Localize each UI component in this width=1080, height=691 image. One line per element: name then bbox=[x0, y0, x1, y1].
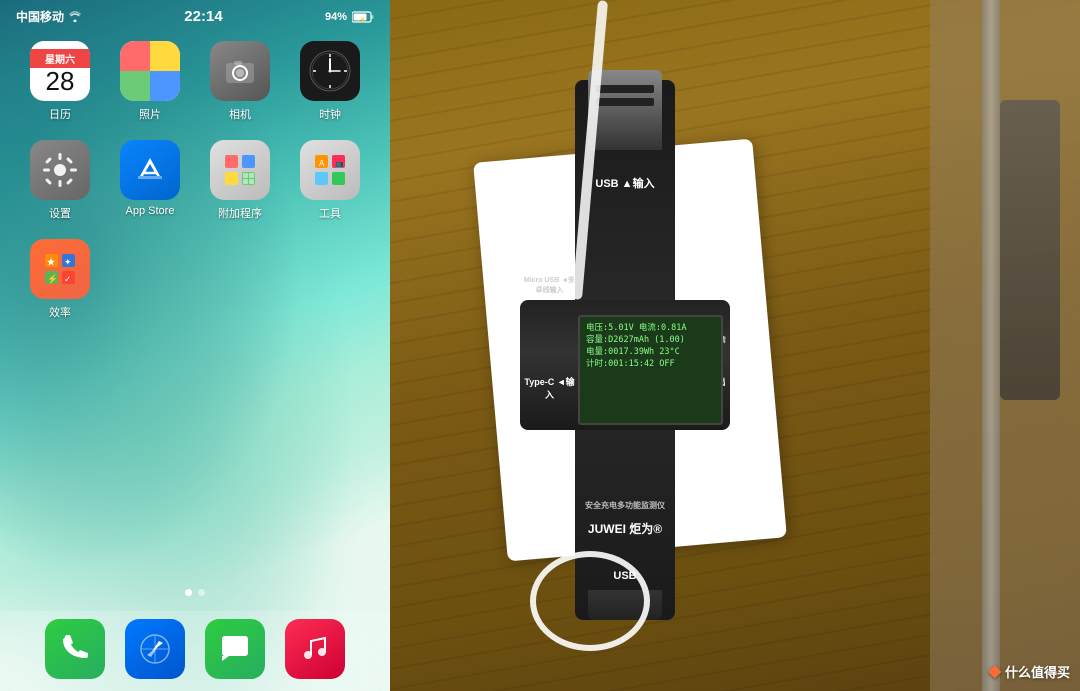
app-clock[interactable]: 时钟 bbox=[295, 41, 365, 122]
tools-label: 工具 bbox=[319, 205, 341, 221]
time-display: 22:14 bbox=[184, 8, 222, 25]
display-line-1: 电压:5.01V 电流:0.81A bbox=[586, 323, 715, 335]
app-utilities[interactable]: 附加程序 bbox=[205, 140, 275, 221]
efficiency-icon: ★ ✦ ⚡ ✓ bbox=[30, 239, 90, 299]
clock-icon bbox=[300, 41, 360, 101]
app-appstore[interactable]: App Store bbox=[115, 140, 185, 221]
dock-messages[interactable] bbox=[205, 619, 265, 679]
camera-icon bbox=[210, 41, 270, 101]
usb-input-top-label: USB ▲输入 bbox=[595, 175, 655, 191]
watermark-text: 什么值得买 bbox=[1005, 662, 1070, 681]
app-efficiency[interactable]: ★ ✦ ⚡ ✓ 效率 bbox=[25, 239, 95, 320]
app-camera[interactable]: 相机 bbox=[205, 41, 275, 122]
camera-label: 相机 bbox=[229, 106, 251, 122]
display-line-4: 计时:001:15:42 OFF bbox=[586, 359, 715, 371]
micro-usb-label: Micro USB ◄安卓线输入 bbox=[522, 275, 577, 295]
efficiency-label: 效率 bbox=[49, 304, 71, 320]
utilities-icon bbox=[210, 140, 270, 200]
tester-body: USB ▲输入 Micro USB ◄安卓线输入 Type-C ◄输入 Type… bbox=[520, 80, 730, 620]
photo-side: USB ▲输入 Micro USB ◄安卓线输入 Type-C ◄输入 Type… bbox=[390, 0, 1080, 691]
scene-object-right bbox=[1000, 100, 1060, 400]
app-photos[interactable]: 照片 bbox=[115, 41, 185, 122]
photos-label: 照片 bbox=[139, 106, 161, 122]
display-line-3: 电量:0017.39Wh 23°C bbox=[586, 347, 715, 359]
messages-icon bbox=[205, 619, 265, 679]
utilities-label: 附加程序 bbox=[218, 205, 262, 221]
usb-tester: USB ▲输入 Micro USB ◄安卓线输入 Type-C ◄输入 Type… bbox=[520, 80, 730, 620]
watermark-diamond: ◆ bbox=[989, 661, 1001, 681]
dot-1 bbox=[185, 589, 192, 596]
svg-text:✓: ✓ bbox=[64, 274, 72, 284]
dock bbox=[0, 611, 390, 691]
svg-text:📺: 📺 bbox=[335, 160, 344, 168]
battery-label: 94% bbox=[325, 11, 347, 23]
watermark: ◆ 什么值得买 bbox=[989, 661, 1070, 681]
page-dots bbox=[0, 589, 390, 596]
type-c-left-label: Type-C ◄输入 bbox=[522, 375, 577, 401]
status-left: 中国移动 bbox=[16, 8, 82, 25]
calendar-label: 日历 bbox=[49, 106, 71, 122]
device-description-label: 安全充电多功能监测仪 bbox=[580, 500, 670, 511]
calendar-icon: 星期六 28 bbox=[30, 41, 90, 101]
carrier-label: 中国移动 bbox=[16, 8, 64, 25]
tools-icon: A 📺 bbox=[300, 140, 360, 200]
appstore-icon bbox=[120, 140, 180, 200]
wifi-icon bbox=[68, 11, 82, 22]
scene-pole bbox=[982, 0, 1000, 691]
status-bar: 中国移动 22:14 94% ⚡ bbox=[0, 0, 390, 29]
phone-icon bbox=[45, 619, 105, 679]
calendar-header: 星期六 bbox=[30, 49, 90, 68]
svg-text:★: ★ bbox=[47, 257, 56, 267]
tester-display-screen: 电压:5.01V 电流:0.81A 容量:D2627mAh (1.00) 电量:… bbox=[578, 315, 723, 425]
battery-icon: ⚡ bbox=[352, 11, 374, 23]
app-settings[interactable]: 设置 bbox=[25, 140, 95, 221]
app-tools[interactable]: A 📺 工具 bbox=[295, 140, 365, 221]
cable-loop bbox=[530, 551, 650, 651]
svg-text:✦: ✦ bbox=[64, 257, 72, 267]
svg-text:⚡: ⚡ bbox=[359, 16, 366, 23]
dock-safari[interactable] bbox=[125, 619, 185, 679]
svg-text:⚡: ⚡ bbox=[47, 273, 58, 285]
calendar-day: 28 bbox=[46, 68, 75, 94]
app-grid: 星期六 28 日历 照片 相机 bbox=[0, 29, 390, 332]
photos-icon bbox=[120, 41, 180, 101]
appstore-label: App Store bbox=[126, 205, 175, 217]
dock-phone[interactable] bbox=[45, 619, 105, 679]
settings-label: 设置 bbox=[49, 205, 71, 221]
brand-label: JUWEI 炬为® bbox=[578, 520, 672, 537]
dock-music[interactable] bbox=[285, 619, 345, 679]
photos-grid bbox=[120, 41, 180, 101]
display-line-2: 容量:D2627mAh (1.00) bbox=[586, 335, 715, 347]
clock-label: 时钟 bbox=[319, 106, 341, 122]
app-calendar[interactable]: 星期六 28 日历 bbox=[25, 41, 95, 122]
status-right: 94% ⚡ bbox=[325, 11, 374, 23]
music-icon bbox=[285, 619, 345, 679]
settings-icon bbox=[30, 140, 90, 200]
dot-2 bbox=[198, 589, 205, 596]
iphone-screen: 中国移动 22:14 94% ⚡ 星期六 28 bbox=[0, 0, 390, 691]
svg-text:A: A bbox=[319, 159, 325, 168]
safari-icon bbox=[125, 619, 185, 679]
